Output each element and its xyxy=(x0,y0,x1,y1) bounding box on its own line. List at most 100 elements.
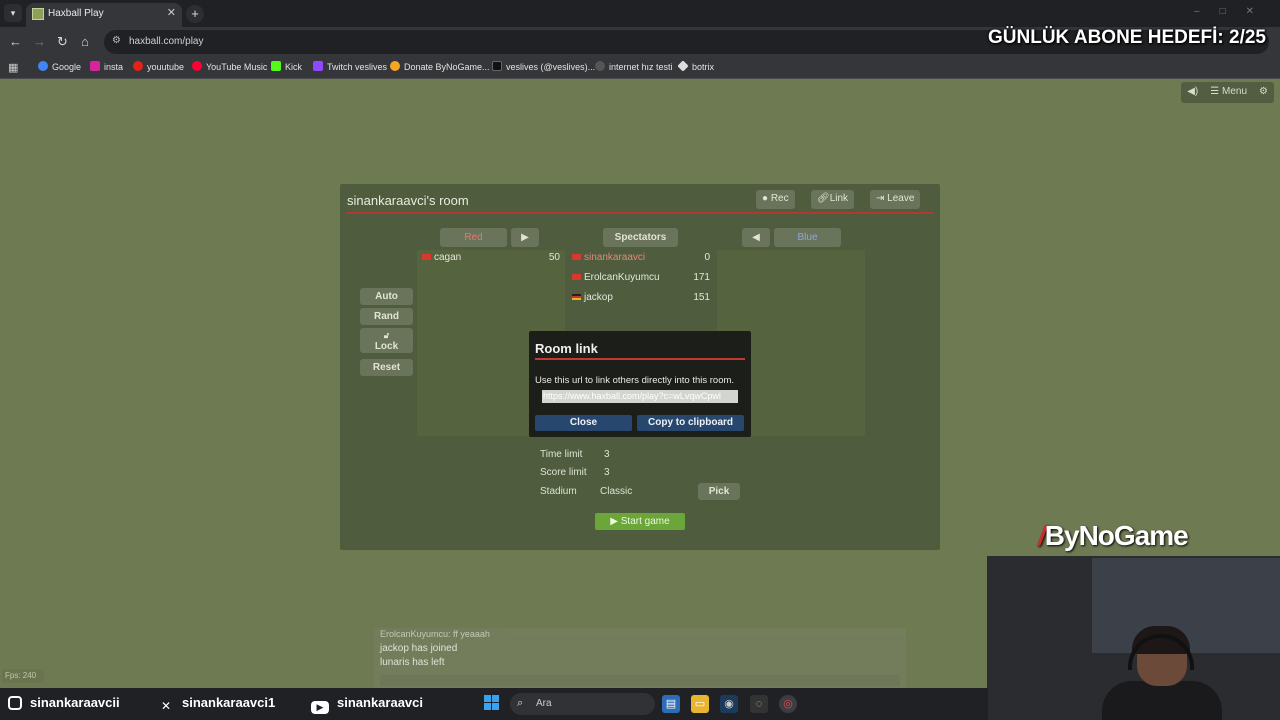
turkey-flag-icon xyxy=(572,274,581,280)
spectator-row[interactable]: ErolcanKuyumcu xyxy=(572,272,660,283)
chat-box: ErolcanKuyumcu: ff yeaaah jackop has joi… xyxy=(374,628,906,688)
spectators-header[interactable]: Spectators xyxy=(603,228,678,247)
red-team-header[interactable]: Red xyxy=(440,228,507,247)
streamer-body xyxy=(1102,681,1222,720)
pick-stadium-button[interactable]: Pick xyxy=(698,483,740,500)
apps-grid-icon[interactable]: ▦ xyxy=(8,61,18,74)
window-controls[interactable]: –□✕ xyxy=(1194,6,1274,17)
home-icon[interactable]: ⌂ xyxy=(81,34,89,49)
twitch-icon xyxy=(313,61,323,71)
auto-button[interactable]: Auto xyxy=(360,288,413,305)
chat-message: ErolcanKuyumcu: ff yeaaah xyxy=(380,629,490,639)
instagram-icon xyxy=(8,696,22,710)
turkey-flag-icon xyxy=(422,254,431,260)
kick-icon xyxy=(271,61,281,71)
lock-button[interactable]: 🔓︎ Lock xyxy=(360,328,413,353)
youtube-music-icon xyxy=(192,61,202,71)
move-to-blue-arrow-icon[interactable]: ◀ xyxy=(742,228,770,247)
haxball-favicon-icon xyxy=(32,8,44,20)
stadium-value: Classic xyxy=(600,486,633,497)
turkey-flag-icon xyxy=(572,254,581,260)
rec-button[interactable]: ● Rec xyxy=(756,190,795,209)
score-limit-value[interactable]: 3 xyxy=(604,467,610,478)
padlock-icon: 🔓︎ xyxy=(383,331,390,340)
link-button[interactable]: 🔗︎Link xyxy=(811,190,855,209)
reload-icon[interactable]: ↻ xyxy=(57,34,68,50)
spectator-score: 151 xyxy=(693,292,710,303)
move-to-red-arrow-icon[interactable]: ▶ xyxy=(511,228,539,247)
start-game-button[interactable]: ▶ Start game xyxy=(595,513,685,530)
bookmark-donate[interactable]: Donate ByNoGame... xyxy=(390,61,490,72)
bookmark-youtube-music[interactable]: YouTube Music xyxy=(192,61,267,72)
dialog-description: Use this url to link others directly int… xyxy=(535,375,735,386)
chat-input[interactable] xyxy=(380,675,900,686)
chat-message: jackop has joined xyxy=(380,643,458,654)
new-tab-plus-icon[interactable]: + xyxy=(186,5,204,23)
bookmark-tiktok[interactable]: veslives (@veslives)... xyxy=(492,61,595,72)
spectator-score: 171 xyxy=(693,272,710,283)
widgets-icon[interactable]: ▤ xyxy=(662,695,680,713)
x-logo-icon: ✕ xyxy=(160,699,172,713)
red-player-row[interactable]: cagan xyxy=(422,252,461,263)
play-icon: ▶ xyxy=(610,516,621,527)
google-icon xyxy=(38,61,48,71)
dialog-title-divider xyxy=(535,358,745,360)
browser-tab[interactable]: Haxball Play ✕ xyxy=(26,3,182,27)
room-url-field[interactable]: https://www.haxball.com/play?c=wLvqwCpwl xyxy=(542,390,738,403)
bookmark-insta[interactable]: insta xyxy=(90,61,123,72)
instagram-icon xyxy=(90,61,100,71)
close-button[interactable]: Close xyxy=(535,415,632,431)
tab-search-icon[interactable]: ▾ xyxy=(4,4,22,22)
bookmark-twitch[interactable]: Twitch veslives xyxy=(313,61,387,72)
spectator-row[interactable]: sinankaraavci xyxy=(572,252,645,263)
leave-button[interactable]: ⇥ Leave xyxy=(870,190,921,209)
social-taskbar: sinankaraavcii ✕ sinankaraavci1 ▶ sinankar… xyxy=(0,688,988,720)
chrome-icon[interactable]: ◎ xyxy=(779,695,797,713)
dialog-title: Room link xyxy=(535,341,598,356)
steam-icon[interactable]: ◉ xyxy=(720,695,738,713)
taskbar-search[interactable]: ⌕ Ara xyxy=(510,693,655,715)
instagram-handle: sinankaraavcii xyxy=(8,695,120,710)
menu-button[interactable]: ☰ Menu xyxy=(1204,82,1253,103)
tab-close-icon[interactable]: ✕ xyxy=(167,6,176,19)
donate-icon xyxy=(390,61,400,71)
bookmark-speedtest[interactable]: internet hız testi xyxy=(595,61,673,72)
reset-button[interactable]: Reset xyxy=(360,359,413,376)
forward-arrow-icon[interactable]: → xyxy=(33,34,46,49)
score-limit-label: Score limit xyxy=(540,467,587,478)
speedtest-icon xyxy=(595,61,605,71)
bookmark-youtube[interactable]: youutube xyxy=(133,61,184,72)
room-link-dialog: Room link Use this url to link others di… xyxy=(529,331,751,437)
game-top-controls: ◀) ☰ Menu ⚙ xyxy=(1181,82,1274,103)
bookmark-kick[interactable]: Kick xyxy=(271,61,302,72)
rand-button[interactable]: Rand xyxy=(360,308,413,325)
address-url[interactable]: haxball.com/play xyxy=(129,36,203,47)
room-title-divider xyxy=(346,212,934,214)
site-info-icon[interactable]: ⚙ xyxy=(112,35,121,46)
room-title: sinankaraavci's room xyxy=(347,193,469,208)
bookmark-botrix[interactable]: botrix xyxy=(677,60,714,72)
blue-team-header[interactable]: Blue xyxy=(774,228,841,247)
windows-start-icon[interactable] xyxy=(484,695,500,711)
x-handle: ✕ sinankaraavci1 xyxy=(158,695,275,714)
bookmarks-bar: ▦ Google insta youutube YouTube Music Ki… xyxy=(0,57,1280,79)
settings-gear-icon[interactable]: ⚙ xyxy=(1253,82,1274,103)
copy-to-clipboard-button[interactable]: Copy to clipboard xyxy=(637,415,744,431)
stadium-label: Stadium xyxy=(540,486,577,497)
record-dot-icon: ● xyxy=(762,193,771,204)
sound-icon[interactable]: ◀) xyxy=(1181,82,1204,103)
file-explorer-icon[interactable]: ▭ xyxy=(691,695,709,713)
spectator-score: 0 xyxy=(704,252,710,263)
app-icon[interactable]: ◌ xyxy=(750,695,768,713)
browser-tab-bar: ▾ Haxball Play ✕ + –□✕ xyxy=(0,0,1280,27)
bookmark-google[interactable]: Google xyxy=(38,61,81,72)
bynogame-logo: /ByNoGame xyxy=(1038,520,1189,551)
webcam-overlay xyxy=(987,556,1280,720)
flag-icon xyxy=(572,294,581,300)
time-limit-value[interactable]: 3 xyxy=(604,449,610,460)
chat-message: lunaris has left xyxy=(380,657,445,668)
youtube-icon: ▶ xyxy=(311,701,329,714)
spectator-row[interactable]: jackop xyxy=(572,292,613,303)
search-icon: ⌕ xyxy=(517,697,524,709)
back-arrow-icon[interactable]: ← xyxy=(9,34,22,49)
